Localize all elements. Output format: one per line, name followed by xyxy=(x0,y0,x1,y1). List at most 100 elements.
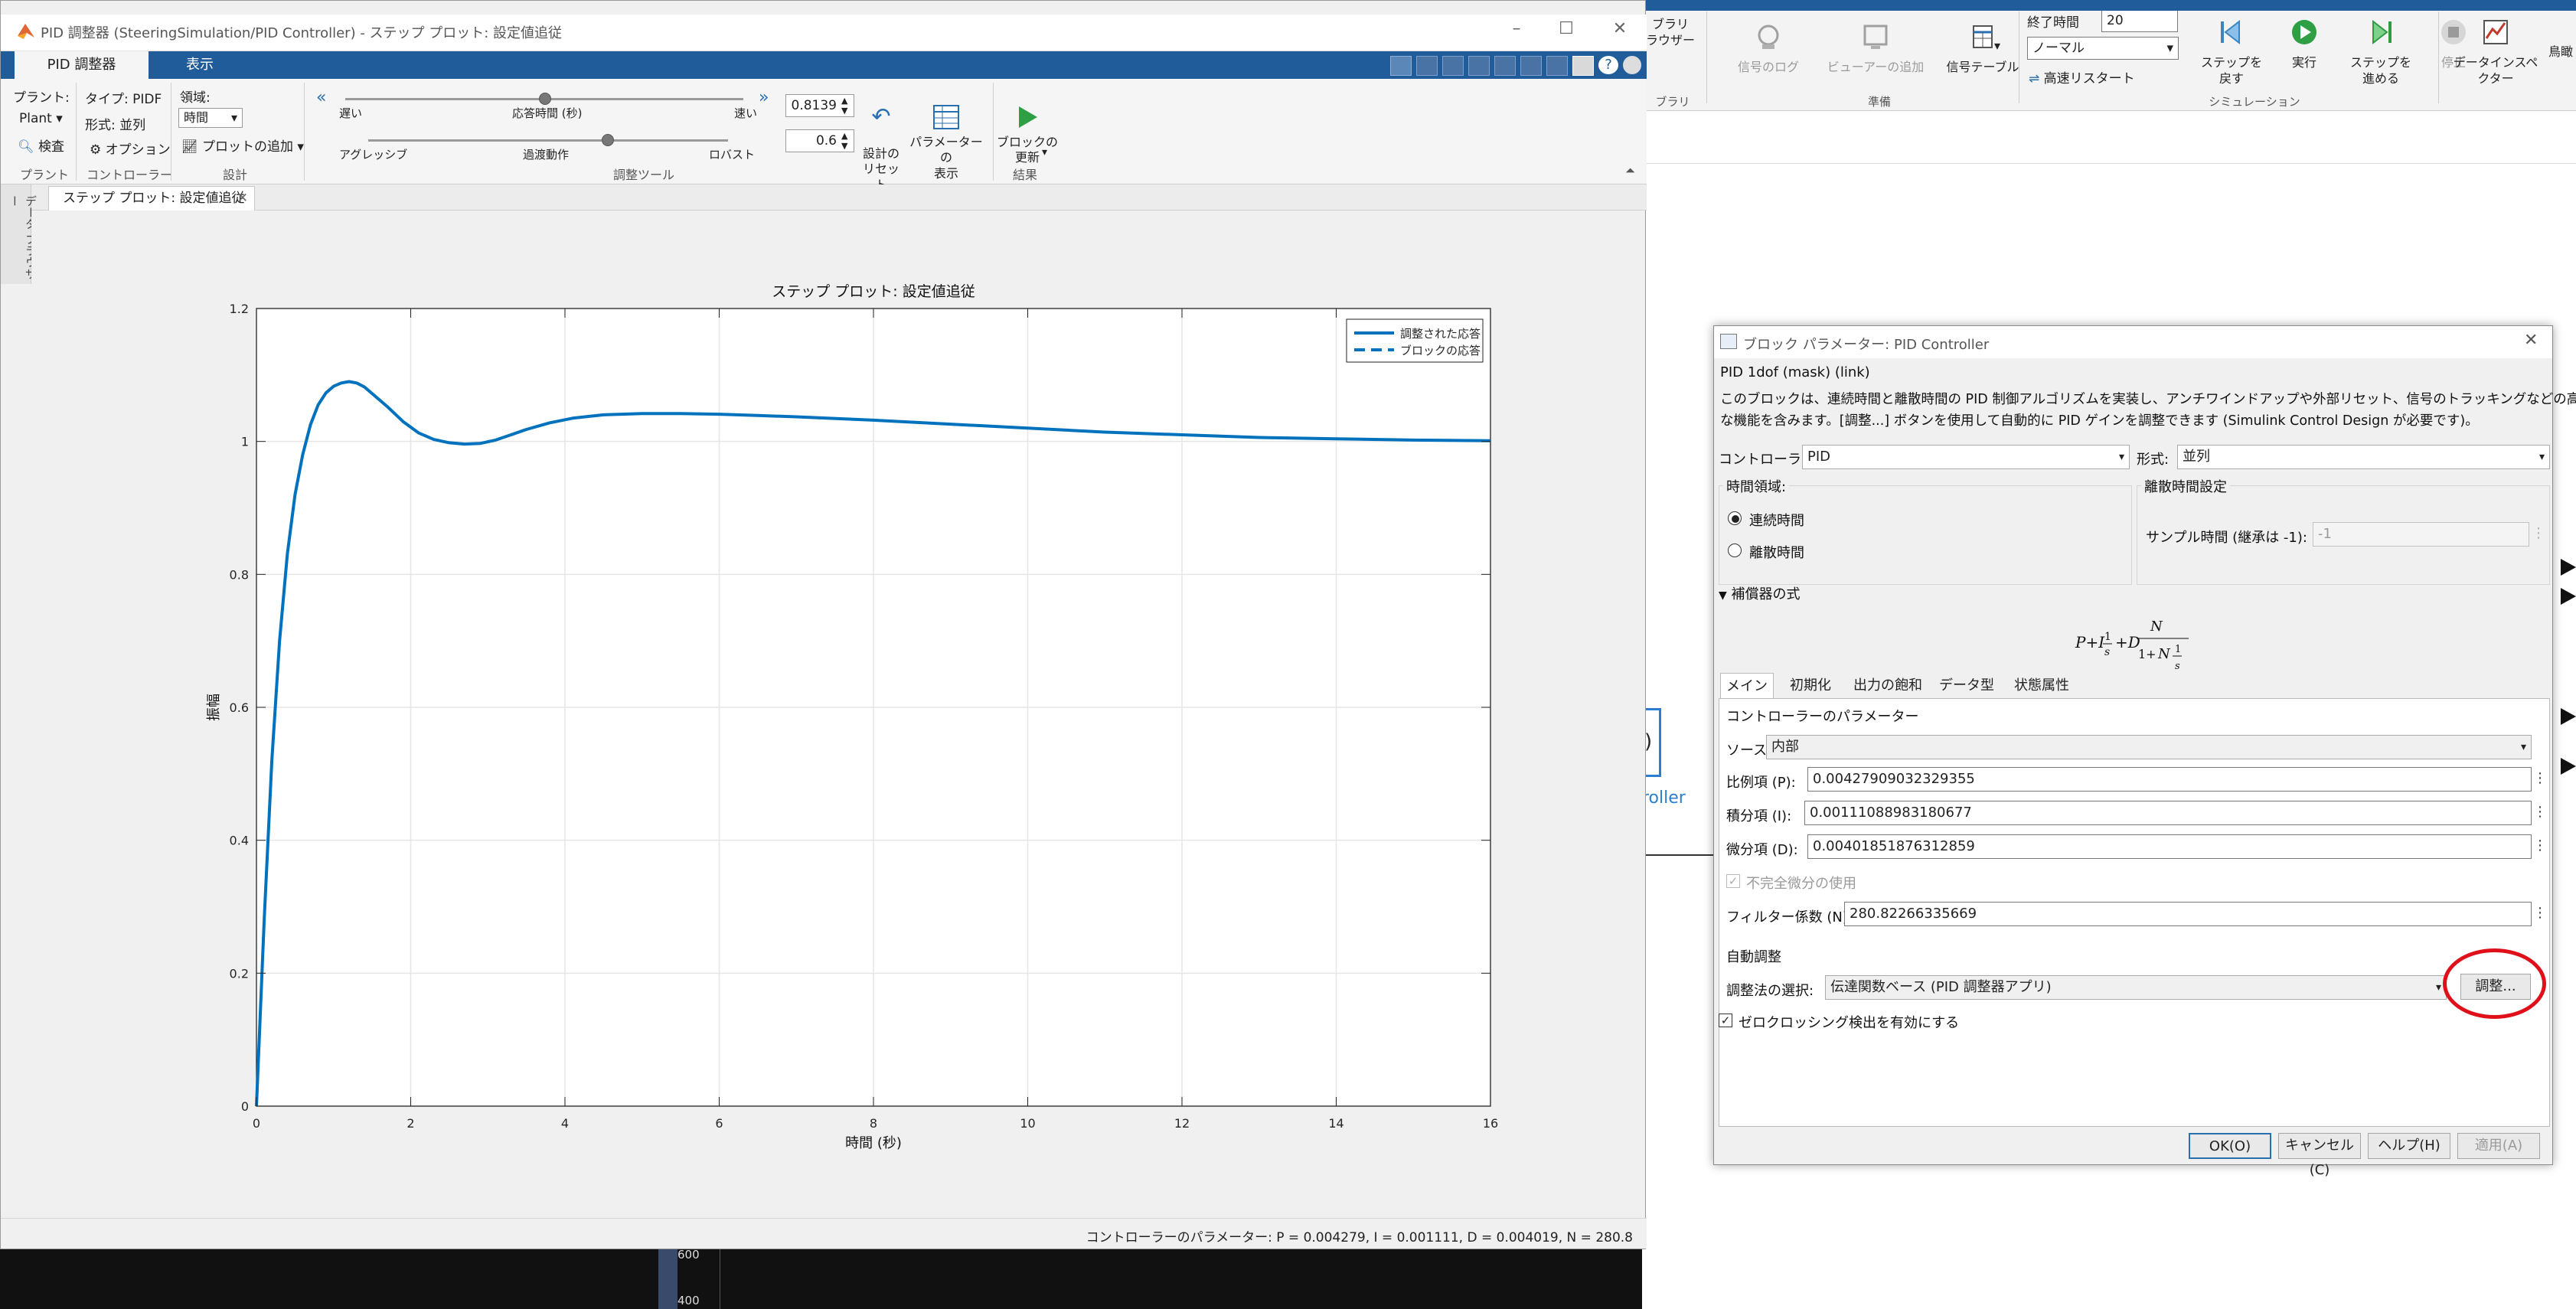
close-icon[interactable]: ✕ xyxy=(1601,19,1639,45)
signal-arrow-icon xyxy=(2561,559,2576,576)
data-inspector-label: データインスペ クター xyxy=(2453,54,2538,86)
triangle-down-icon: ▼ xyxy=(1719,589,1727,602)
show-parameters-button[interactable]: パラメーターの 表示 xyxy=(908,88,984,198)
transient-slider[interactable] xyxy=(368,139,728,142)
chevron-down-icon: ▾ xyxy=(2435,981,2441,994)
form-select[interactable]: 並列 ▾ xyxy=(2177,445,2550,469)
x-tick-label: 10 xyxy=(1020,1116,1035,1131)
zero-crossing-checkbox[interactable]: ✓ xyxy=(1719,1014,1732,1027)
prepare-expand-icon[interactable]: ▾ xyxy=(1994,38,2010,53)
birds-eye-button[interactable]: 鳥瞰 xyxy=(2545,44,2576,60)
minimize-icon[interactable]: – xyxy=(1497,19,1536,45)
signal-table-button[interactable]: 信号テーブル xyxy=(1933,21,2032,76)
x-tick-label: 12 xyxy=(1174,1116,1190,1131)
tune-method-select[interactable]: 伝達関数ベース (PID 調整器アプリ) ▾ xyxy=(1825,975,2447,1000)
step-back-button[interactable]: ステップを 戻す xyxy=(2193,17,2270,87)
signal-table-label: 信号テーブル xyxy=(1946,59,2019,74)
layout-icon[interactable] xyxy=(1572,56,1594,76)
help-icon[interactable]: ? xyxy=(1598,56,1618,74)
incomplete-derivative-checkbox[interactable]: ✓ xyxy=(1726,874,1740,888)
close-icon[interactable]: ✕ xyxy=(2524,331,2538,350)
compensator-label: 補償器の式 xyxy=(1731,586,1801,602)
tab-state-attributes[interactable]: 状態属性 xyxy=(2003,673,2080,699)
help-button[interactable]: ヘルプ(H) xyxy=(2368,1133,2450,1159)
inspect-button[interactable]: 🔍︎ 検査 xyxy=(18,135,64,155)
group-simulation: シミュレーション xyxy=(2209,95,2300,109)
discrete-time-radio[interactable] xyxy=(1728,544,1742,557)
tab-data-types[interactable]: データ型 xyxy=(1934,673,1999,699)
spin-arrows-icon[interactable]: ▲ ▼ xyxy=(841,96,847,116)
signal-arrow-icon xyxy=(2561,708,2576,725)
step-forward-button[interactable]: ステップを 進める xyxy=(2339,17,2423,87)
doc-tab-step-plot[interactable]: ステップ プロット: 設定値追従 ✕ xyxy=(48,186,255,211)
response-time-slider-thumb[interactable] xyxy=(539,93,551,105)
copy-icon[interactable] xyxy=(1442,56,1464,76)
reset-design-button[interactable]: ↶ 設計の リセット xyxy=(858,88,904,194)
tab-main[interactable]: メイン xyxy=(1720,673,1774,699)
sim-mode-value: ノーマル xyxy=(2032,41,2085,56)
signal-log-button[interactable]: 信号のログ xyxy=(1719,21,1818,76)
collapse-toolstrip-icon[interactable]: ⏶ xyxy=(1625,163,1635,178)
incomplete-derivative-label: 不完全微分の使用 xyxy=(1746,876,1856,892)
svg-text:P+I: P+I xyxy=(2075,633,2105,651)
more-options-icon[interactable]: ⋮ xyxy=(2532,522,2545,547)
dialog-titlebar: ブロック パラメーター: PID Controller ✕ xyxy=(1714,326,2552,358)
more-options-icon[interactable]: ⋮ xyxy=(2533,834,2547,859)
ok-button[interactable]: OK(O) xyxy=(2189,1133,2271,1159)
expand-right-icon[interactable]: » xyxy=(759,88,769,107)
ribbon-separator xyxy=(2438,11,2439,103)
close-tab-icon[interactable]: ✕ xyxy=(237,187,248,210)
controller-select[interactable]: PID ▾ xyxy=(1802,445,2130,469)
cut-icon[interactable] xyxy=(1416,56,1438,76)
spin-arrows-icon[interactable]: ▲ ▼ xyxy=(841,131,847,151)
add-viewer-button[interactable]: ビューアーの追加 xyxy=(1826,21,1925,76)
pid-tuner-window: PID 調整器 (SteeringSimulation/PID Controll… xyxy=(0,0,1647,1249)
step-response-chart[interactable]: 0 2 4 6 8 10 12 14 16 0 0.2 0.4 0.6 0.8 1 1.2 調整された応答ブロ… xyxy=(31,211,1645,1218)
redo-icon[interactable] xyxy=(1520,56,1542,76)
p-input[interactable]: 0.00427909032329355 xyxy=(1807,767,2532,792)
settings-icon[interactable] xyxy=(1623,56,1641,74)
stop-time-label: 終了時間 xyxy=(2027,15,2079,31)
sample-time-input[interactable]: -1 xyxy=(2313,522,2529,547)
domain-select[interactable]: 時間 ▾ xyxy=(178,108,243,128)
data-browser-strip[interactable]: データ ブラウザー xyxy=(1,184,38,284)
source-select[interactable]: 内部 ▾ xyxy=(1766,735,2532,759)
maximize-icon[interactable]: ☐ xyxy=(1547,19,1585,45)
print-icon[interactable] xyxy=(1546,56,1568,76)
options-button[interactable]: ⚙ オプション xyxy=(90,139,171,158)
i-input[interactable]: 0.00111088983180677 xyxy=(1804,801,2532,825)
filter-input[interactable]: 280.82266335669 xyxy=(1844,902,2532,926)
save-icon[interactable] xyxy=(1390,56,1412,76)
svg-text:1: 1 xyxy=(2104,631,2111,643)
plant-label: プラント: xyxy=(13,90,70,106)
undo-icon[interactable] xyxy=(1494,56,1516,76)
paste-icon[interactable] xyxy=(1468,56,1490,76)
controller-form-label: 形式: 並列 xyxy=(85,118,146,133)
compensator-toggle[interactable]: ▼ 補償器の式 xyxy=(1719,583,1801,603)
run-button[interactable]: 実行 xyxy=(2270,17,2339,71)
fast-restart-toggle[interactable]: ⇌ 高速リスタート xyxy=(2029,67,2135,87)
tab-view[interactable]: 表示 xyxy=(154,51,246,79)
more-options-icon[interactable]: ⋮ xyxy=(2533,801,2547,825)
continuous-time-radio[interactable] xyxy=(1728,511,1742,525)
stop-time-input[interactable]: 20 xyxy=(2101,9,2178,32)
chevron-down-icon[interactable]: ▾ xyxy=(1042,146,1047,158)
data-inspector-icon xyxy=(2483,20,2508,44)
data-inspector-button[interactable]: データインスペ クター xyxy=(2446,17,2545,87)
tab-initialization[interactable]: 初期化 xyxy=(1780,673,1841,699)
tab-pid-tuner[interactable]: PID 調整器 xyxy=(15,51,149,79)
play-icon xyxy=(1019,106,1037,128)
tab-output-saturation[interactable]: 出力の飽和 xyxy=(1846,673,1930,699)
add-plot-button[interactable]: 📈︎ プロットの追加 ▾ xyxy=(181,135,304,155)
more-options-icon[interactable]: ⋮ xyxy=(2533,767,2547,792)
apply-button[interactable]: 適用(A) xyxy=(2457,1133,2540,1159)
cancel-button[interactable]: キャンセル(C) xyxy=(2278,1133,2361,1178)
more-options-icon[interactable]: ⋮ xyxy=(2533,902,2547,926)
transient-slider-thumb[interactable] xyxy=(602,134,614,146)
d-input[interactable]: 0.00401851876312859 xyxy=(1807,834,2532,859)
library-button[interactable]: ブラリ ラウザー xyxy=(1644,17,1697,49)
svg-text:s: s xyxy=(2104,646,2110,658)
plant-select[interactable]: Plant ▾ xyxy=(19,111,63,126)
sim-mode-select[interactable]: ノーマル ▾ xyxy=(2027,37,2179,60)
collapse-left-icon[interactable]: « xyxy=(316,88,326,107)
